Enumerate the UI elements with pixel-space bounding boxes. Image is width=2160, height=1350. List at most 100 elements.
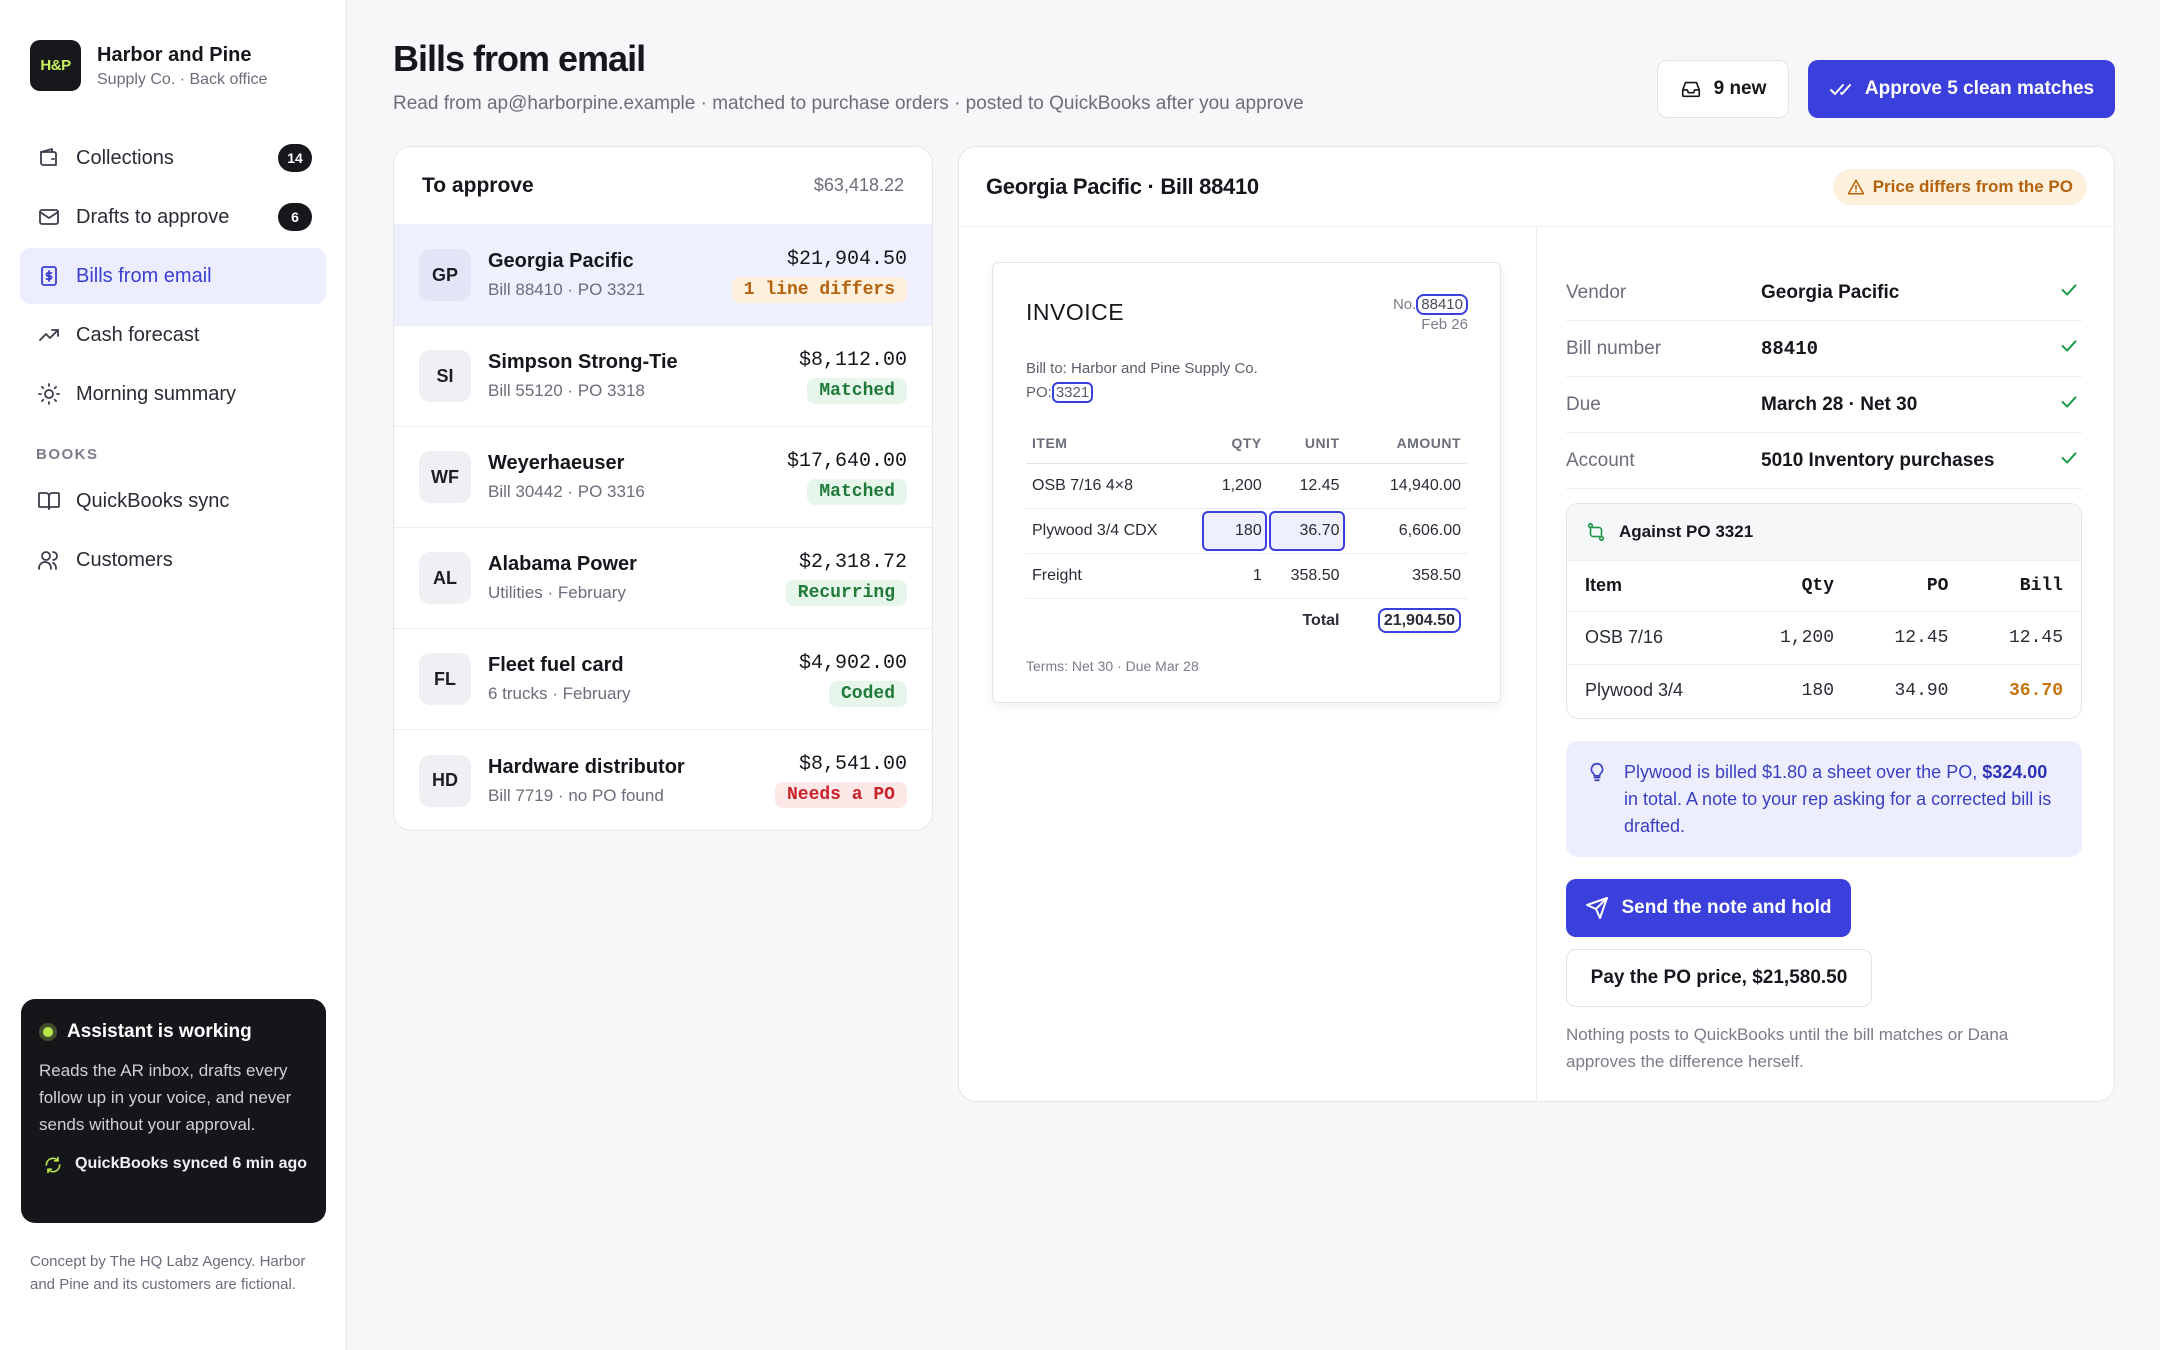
bill-price: 12.45	[1966, 611, 2081, 665]
sidebar-nav: Collections 14 Drafts to approve 6 Bills…	[20, 130, 326, 591]
line-item: OSB 7/16 4×8	[1026, 463, 1202, 509]
send-note-and-hold-button[interactable]: Send the note and hold	[1566, 879, 1851, 937]
to-approve-list: To approve $63,418.22 GP Georgia Pacific…	[393, 146, 933, 831]
lightbulb-icon	[1590, 762, 1604, 782]
mail-icon	[36, 204, 62, 230]
table-row: OSB 7/16 1,200 12.45 12.45	[1567, 611, 2081, 665]
bill-amount: $17,640.00	[786, 449, 907, 473]
field-due[interactable]: Due March 28 · Net 30	[1566, 377, 2082, 433]
check-icon	[2058, 391, 2082, 418]
posting-hold-note: Nothing posts to QuickBooks until the bi…	[1566, 1025, 2009, 1071]
sidebar-item-label: Bills from email	[76, 264, 212, 287]
check-icon	[2058, 335, 2082, 362]
field-bill-number[interactable]: Bill number 88410	[1566, 321, 2082, 377]
list-item[interactable]: WF Weyerhaeuser Bill 30442 · PO 3316 $17…	[394, 427, 932, 528]
invoice-total: 21,904.50	[1377, 607, 1461, 633]
bill-amount: $8,112.00	[798, 348, 907, 372]
bill-price-differs: 36.70	[2008, 680, 2063, 701]
sidebar-item-cash-forecast[interactable]: Cash forecast	[20, 307, 326, 363]
status-dot-icon	[39, 1023, 57, 1041]
line-unit: 358.50	[1267, 553, 1346, 599]
sidebar-item-label: Cash forecast	[76, 323, 200, 346]
sidebar-item-label: Morning summary	[76, 382, 237, 405]
avatar: AL	[419, 552, 471, 604]
new-bills-button[interactable]: 9 new	[1657, 60, 1789, 118]
table-row: Plywood 3/4 180 34.90 36.70	[1567, 664, 2081, 717]
table-row: Total 21,904.50	[1026, 598, 1467, 643]
vendor-name: Simpson Strong-Tie	[488, 351, 678, 373]
field-value: 5010 Inventory purchases	[1761, 449, 1995, 471]
send-button-label: Send the note and hold	[1621, 897, 1832, 918]
column-header: Bill	[1966, 561, 2081, 612]
sidebar-item-quickbooks-sync[interactable]: QuickBooks sync	[20, 473, 326, 529]
invoice-no-label: No.	[1392, 296, 1417, 313]
assistant-description: Reads the AR inbox, drafts every follow …	[39, 1061, 292, 1134]
invoice-terms: Terms: Net 30 · Due Mar 28	[1026, 658, 1199, 674]
po-qty: 1,200	[1737, 611, 1852, 665]
vendor-name: Hardware distributor	[488, 755, 685, 778]
sidebar-item-drafts[interactable]: Drafts to approve 6	[20, 189, 326, 245]
field-account[interactable]: Account 5010 Inventory purchases	[1566, 433, 2082, 489]
field-vendor[interactable]: Vendor Georgia Pacific	[1566, 265, 2082, 321]
field-value: March 28 · Net 30	[1761, 393, 1918, 415]
sidebar-item-customers[interactable]: Customers	[20, 532, 326, 588]
sidebar-item-collections[interactable]: Collections 14	[20, 130, 326, 186]
bill-amount: $4,902.00	[798, 651, 907, 675]
column-header: Item	[1567, 561, 1738, 612]
line-qty: 180	[1235, 521, 1262, 539]
bill-amount: $21,904.50	[786, 247, 907, 271]
po-label: PO:	[1026, 384, 1052, 401]
send-icon	[1586, 897, 1609, 919]
list-item[interactable]: SI Simpson Strong-Tie Bill 55120 · PO 33…	[394, 326, 932, 427]
status-badge: Matched	[807, 377, 907, 404]
column-header: UNIT	[1267, 423, 1346, 464]
line-qty-highlight: 180	[1201, 508, 1268, 554]
line-unit-highlight: 36.70	[1267, 508, 1346, 554]
line-unit: 36.70	[1299, 521, 1340, 539]
page-subtitle: Read from ap@harborpine.example · matche…	[393, 93, 1304, 114]
brand-subtitle: Supply Co. · Back office	[97, 70, 268, 88]
invoice-lines-table: ITEM QTY UNIT AMOUNT OSB 7/16 4×8 1,200 …	[1026, 423, 1467, 643]
brand[interactable]: H&P Harbor and Pine Supply Co. · Back of…	[30, 40, 267, 91]
detail-title: Georgia Pacific · Bill 88410	[986, 173, 1259, 199]
list-item[interactable]: FL Fleet fuel card 6 trucks · February $…	[394, 629, 932, 730]
refresh-icon	[45, 1156, 61, 1174]
total-label: Total	[1302, 611, 1340, 629]
po-card-title: Against PO 3321	[1619, 522, 1754, 541]
assistant-card: Assistant is working Reads the AR inbox,…	[21, 999, 326, 1223]
line-qty: 1,200	[1201, 463, 1268, 509]
pay-po-price-button[interactable]: Pay the PO price, $21,580.50	[1566, 949, 1872, 1007]
approve-button-label: Approve 5 clean matches	[1864, 78, 2095, 99]
sidebar: H&P Harbor and Pine Supply Co. · Back of…	[0, 0, 347, 1350]
trend-up-icon	[36, 322, 62, 348]
invoice-bill-to: Bill to: Harbor and Pine Supply Co. PO: 3…	[1026, 357, 1258, 405]
price-warning-badge: Price differs from the PO	[1832, 168, 2087, 205]
receipt-icon	[36, 263, 62, 289]
column-header: Qty	[1737, 561, 1852, 612]
field-label: Vendor	[1566, 281, 1627, 303]
avatar: GP	[419, 249, 471, 301]
bill-reference: Bill 7719 · no PO found	[488, 785, 664, 805]
wallet-icon	[36, 145, 62, 171]
sidebar-item-bills[interactable]: Bills from email	[20, 248, 326, 304]
sidebar-item-morning-summary[interactable]: Morning summary	[20, 366, 326, 422]
list-item[interactable]: HD Hardware distributor Bill 7719 · no P…	[394, 730, 932, 830]
table-row: Freight 1 358.50 358.50	[1026, 553, 1467, 599]
status-badge: Recurring	[785, 579, 907, 606]
assistant-title: Assistant is working	[67, 1021, 252, 1042]
list-title: To approve	[422, 173, 534, 197]
book-icon	[36, 488, 62, 514]
double-check-icon	[1829, 84, 1851, 95]
vendor-name: Weyerhaeuser	[488, 452, 625, 474]
line-amount: 6,606.00	[1345, 508, 1467, 554]
sidebar-item-label: Customers	[76, 548, 173, 571]
list-item[interactable]: GP Georgia Pacific Bill 88410 · PO 3321 …	[394, 225, 932, 326]
bill-reference: Bill 88410 · PO 3321	[488, 280, 645, 299]
bill-reference: Bill 30442 · PO 3316	[488, 482, 645, 501]
po-price: 12.45	[1852, 611, 1967, 665]
sidebar-item-label: Collections	[76, 146, 174, 169]
list-item[interactable]: AL Alabama Power Utilities · February $2…	[394, 528, 932, 629]
warning-label: Price differs from the PO	[1872, 176, 2073, 196]
check-icon	[2058, 447, 2082, 474]
approve-clean-matches-button[interactable]: Approve 5 clean matches	[1808, 60, 2115, 118]
